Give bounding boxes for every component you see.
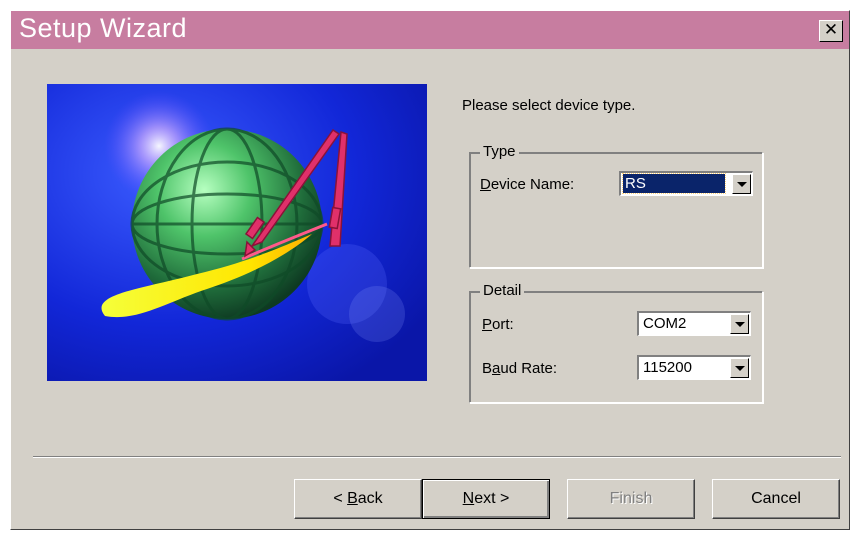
- next-button-label: ext >: [474, 490, 510, 507]
- chevron-down-icon[interactable]: [730, 314, 749, 334]
- type-group-legend: Type: [480, 144, 519, 160]
- next-button[interactable]: Next >: [422, 479, 550, 519]
- detail-group: [469, 291, 763, 403]
- title-bar: Setup Wizard ✕: [11, 11, 849, 49]
- baud-rate-label: Baud Rate:: [482, 360, 557, 378]
- next-button-accesskey: N: [462, 490, 475, 507]
- close-icon: ✕: [823, 20, 839, 40]
- baud-rate-label-text: ud Rate:: [500, 360, 558, 377]
- back-button-prefix: <: [333, 490, 348, 507]
- finish-button-label: Finish: [609, 490, 653, 507]
- port-label: Port:: [482, 316, 514, 334]
- setup-wizard-window: Setup Wizard ✕ Please select device type…: [10, 10, 850, 530]
- footer-separator: [33, 456, 841, 458]
- back-button[interactable]: < Back: [294, 479, 422, 519]
- device-name-value: RS: [622, 173, 726, 194]
- back-button-label: ack: [357, 490, 383, 507]
- chevron-down-icon[interactable]: [732, 174, 751, 194]
- device-name-label-accesskey: D: [480, 176, 491, 193]
- port-label-text: ort:: [492, 316, 514, 333]
- baud-rate-label-first: B: [482, 360, 493, 377]
- globe-with-probes-illustration: [47, 84, 427, 381]
- back-button-accesskey: B: [347, 490, 358, 507]
- type-group: [469, 152, 763, 268]
- chevron-down-icon[interactable]: [730, 358, 749, 378]
- device-name-select[interactable]: RS: [619, 171, 753, 196]
- detail-group-legend: Detail: [480, 283, 525, 299]
- baud-rate-value: 115200: [643, 359, 692, 376]
- port-value: COM2: [643, 315, 687, 332]
- cancel-button-label: Cancel: [751, 490, 801, 507]
- device-name-label: Device Name:: [480, 176, 574, 194]
- window-title: Setup Wizard: [19, 13, 188, 43]
- port-label-accesskey: P: [482, 316, 493, 333]
- finish-button: Finish: [567, 479, 695, 519]
- port-select[interactable]: COM2: [637, 311, 751, 336]
- close-button[interactable]: ✕: [819, 20, 843, 42]
- baud-rate-select[interactable]: 115200: [637, 355, 751, 380]
- prompt-text: Please select device type.: [462, 97, 636, 114]
- cancel-button[interactable]: Cancel: [712, 479, 840, 519]
- device-name-label-text: evice Name:: [490, 176, 575, 193]
- wizard-illustration: [47, 84, 427, 381]
